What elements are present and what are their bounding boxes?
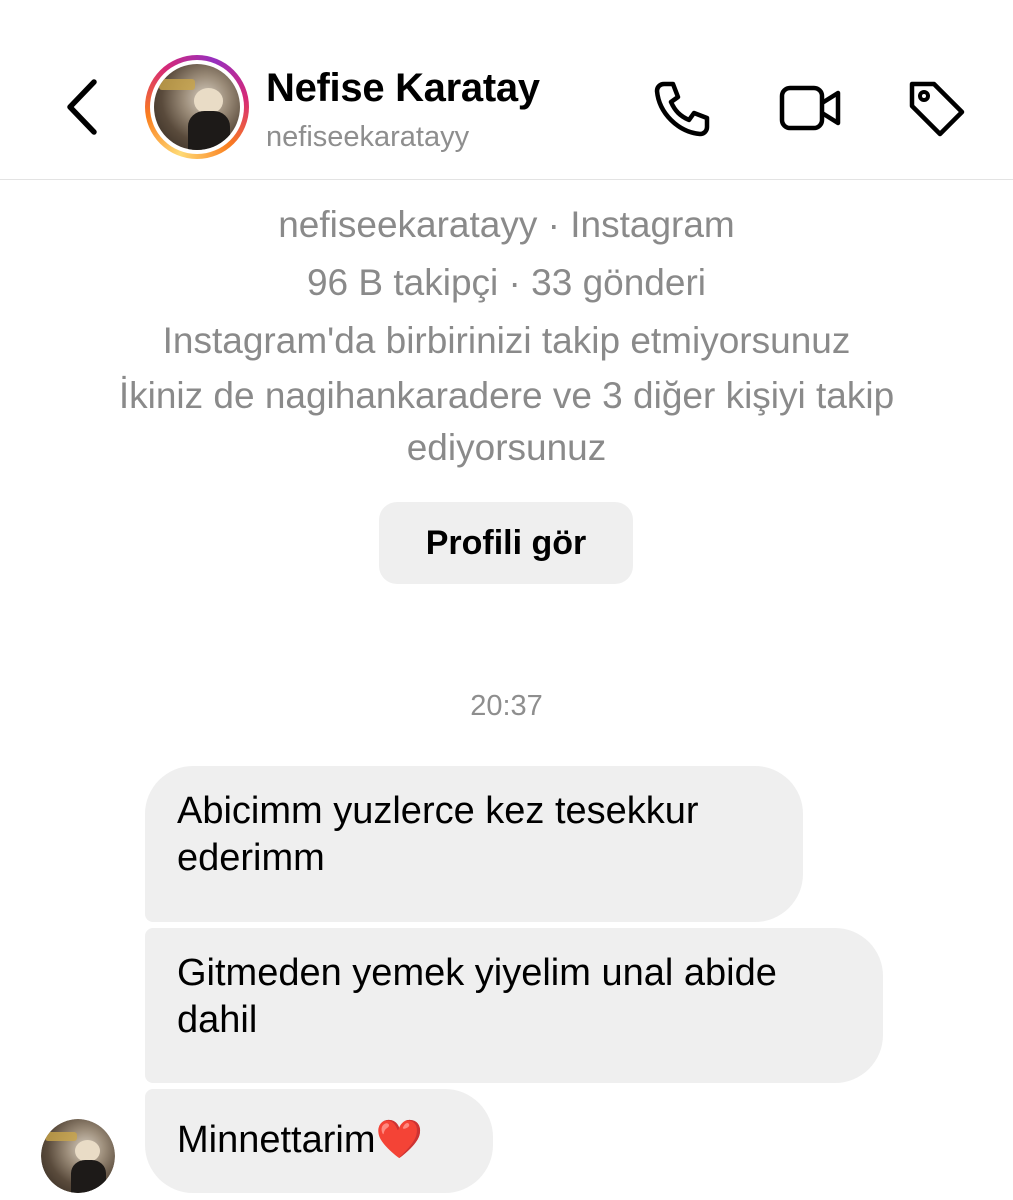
message-text: Gitmeden yemek yiyelim unal abide dahil: [177, 952, 777, 1041]
heart-emoji: ❤️: [375, 1117, 423, 1161]
avatar-photo: [154, 64, 240, 150]
contact-username[interactable]: nefiseekaratayy: [266, 121, 469, 154]
mutual-followers: İkiniz de nagihankaradere ve 3 diğer kiş…: [118, 375, 895, 468]
message-bubble[interactable]: Gitmeden yemek yiyelim unal abide dahil: [145, 928, 883, 1083]
contact-avatar[interactable]: [145, 55, 249, 159]
view-profile-button[interactable]: Profili gör: [379, 502, 633, 584]
video-call-button[interactable]: [778, 76, 842, 140]
back-button[interactable]: [58, 74, 108, 140]
message-bubble[interactable]: Minnettarim❤️: [145, 1089, 493, 1193]
chevron-left-icon: [67, 79, 97, 135]
contact-name[interactable]: Nefise Karatay: [266, 66, 540, 111]
profile-stats: 96 B takipçi · 33 gönderi: [306, 262, 706, 303]
voice-call-button[interactable]: [650, 76, 714, 140]
follow-status: Instagram'da birbirinizi takip etmiyorsu…: [162, 320, 851, 361]
profile-source: nefiseekaratayy · Instagram: [278, 204, 735, 245]
message-bubble[interactable]: Abicimm yuzlerce kez tesekkur ederimm: [145, 766, 803, 922]
profile-summary: nefiseekaratayy · Instagram 96 B takipçi…: [0, 196, 1013, 474]
tag-icon: [909, 81, 965, 137]
tag-button[interactable]: [904, 76, 968, 140]
message-timestamp: 20:37: [470, 690, 543, 722]
video-camera-icon: [779, 85, 841, 131]
phone-icon: [654, 81, 710, 137]
message-text: Abicimm yuzlerce kez tesekkur ederimm: [177, 790, 699, 879]
chat-header: Nefise Karatay nefiseekaratayy: [0, 0, 1013, 180]
sender-avatar[interactable]: [41, 1119, 115, 1193]
message-text: Minnettarim: [177, 1119, 376, 1161]
avatar-photo: [41, 1119, 115, 1193]
